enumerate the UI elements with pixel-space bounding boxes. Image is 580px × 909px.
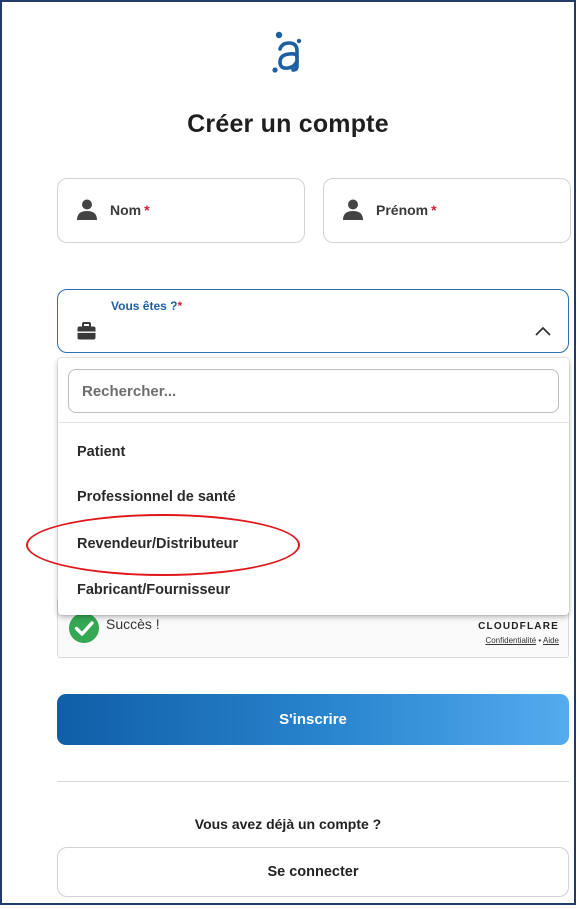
signup-button[interactable]: S'inscrire: [57, 694, 569, 745]
role-option-health-professional[interactable]: Professionnel de santé: [77, 489, 236, 505]
role-dropdown: Patient Professionnel de santé Revendeur…: [58, 358, 569, 615]
already-account-text: Vous avez déjà un compte ?: [194, 816, 382, 832]
role-select[interactable]: Vous êtes ?*: [57, 289, 569, 353]
role-option-manufacturer[interactable]: Fabricant/Fournisseur: [77, 582, 230, 598]
captcha-links: Confidentialité • Aide: [485, 636, 559, 645]
login-button[interactable]: Se connecter: [57, 847, 569, 897]
person-icon: [77, 199, 97, 220]
nom-field[interactable]: Nom *: [57, 178, 305, 243]
role-label: Vous êtes ?*: [111, 299, 183, 313]
nom-label: Nom *: [110, 202, 150, 218]
role-option-patient[interactable]: Patient: [77, 444, 125, 460]
role-search-input[interactable]: [68, 369, 559, 413]
prenom-field[interactable]: Prénom *: [323, 178, 571, 243]
dropdown-divider: [58, 422, 569, 423]
prenom-label: Prénom *: [376, 202, 437, 218]
check-circle-icon: [69, 613, 99, 643]
signup-card: Créer un compte Nom * Prénom * Vous êtes ?…: [0, 0, 576, 905]
role-option-reseller[interactable]: Revendeur/Distributeur: [77, 536, 238, 552]
page-title: Créer un compte: [187, 110, 389, 138]
chevron-up-icon[interactable]: [535, 326, 551, 336]
help-link[interactable]: Aide: [543, 636, 559, 645]
captcha-status: Succès !: [106, 616, 160, 632]
briefcase-icon: [77, 322, 96, 340]
logo-a-icon: [272, 31, 302, 73]
cloudflare-brand: CLOUDFLARE: [478, 621, 559, 632]
privacy-link[interactable]: Confidentialité: [485, 636, 536, 645]
link-separator: •: [538, 636, 542, 645]
divider: [57, 781, 569, 782]
person-icon: [343, 199, 363, 220]
